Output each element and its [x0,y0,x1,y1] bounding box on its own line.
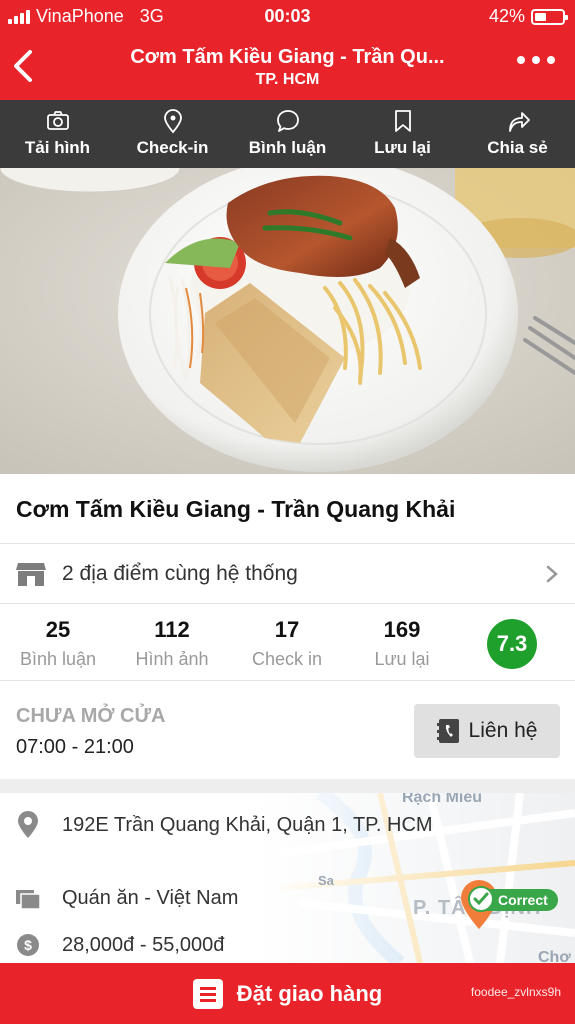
chevron-left-icon [14,50,32,82]
stat-label: Hình ảnh [135,649,209,669]
contact-label: Liên hệ [468,719,538,742]
restaurant-name-row: Cơm Tấm Kiều Giang - Trần Quang Khải [0,474,575,544]
battery-info: 42% [488,6,568,27]
stat-value: 112 [154,617,190,642]
stat-label: Lưu lại [374,649,430,669]
correct-label: Correct [498,892,548,908]
save-button[interactable]: Lưu lại [345,100,460,168]
back-button[interactable] [10,46,40,86]
stat-photos[interactable]: 112 Hình ảnh [112,617,232,670]
stat-value: 25 [45,617,71,642]
dot-icon [547,56,555,64]
status-bar: VinaPhone 3G 00:03 42% [0,0,575,34]
dot-icon [532,56,540,64]
page-title: Cơm Tấm Kiều Giang - Trần Qu... [130,46,445,68]
stat-checkins[interactable]: 17 Check in [227,617,347,670]
share-button[interactable]: Chia sẻ [460,100,575,168]
share-icon [508,112,530,132]
chain-locations-row[interactable]: 2 địa điểm cùng hệ thống [0,544,575,604]
stat-label: Bình luận [19,649,97,669]
camera-icon [46,111,69,130]
section-divider [0,779,575,793]
action-label: Lưu lại [374,138,431,157]
battery-icon [531,8,568,25]
price-text: 28,000đ - 55,000đ [62,933,225,956]
action-label: Check-in [136,138,209,157]
stat-value: 169 [383,617,421,642]
comment-icon [276,110,299,132]
order-bar: Đặt giao hàng foodee_zvlnxs9h [0,963,575,1024]
action-label: Tải hình [24,138,91,157]
action-bar: Tải hình Check-in Bình luận Lưu lại Chia… [0,100,575,168]
stat-value: 17 [274,617,300,642]
watermark: foodee_zvlnxs9h [470,985,561,999]
category-text: Quán ăn - Việt Nam [62,887,239,909]
bookmark-icon [394,110,411,132]
stat-saves[interactable]: 169 Lưu lại [342,617,462,670]
chevron-right-icon [546,565,558,583]
action-label: Bình luận [248,138,327,157]
stat-label: Check in [251,649,323,669]
category-row: Quán ăn - Việt Nam [16,887,238,910]
upload-photo-button[interactable]: Tải hình [0,100,115,168]
phone-book-icon [436,719,459,743]
check-in-button[interactable]: Check-in [115,100,230,168]
category-icon [16,889,40,910]
restaurant-photo[interactable] [0,168,575,474]
restaurant-name: Cơm Tấm Kiều Giang - Trần Quang Khải [16,496,456,522]
more-options-button[interactable] [517,56,555,64]
rating-score-badge[interactable]: 7.3 [487,619,537,669]
dot-icon [517,56,525,64]
top-header: VinaPhone 3G 00:03 42% Cơm Tấm Kiều Gian… [0,0,575,100]
page-subtitle: TP. HCM [255,71,320,88]
address-row[interactable]: 192E Trần Quang Khải, Quận 1, TP. HCM [16,811,433,839]
check-icon [468,886,494,912]
stat-reviews[interactable]: 25 Bình luận [0,617,118,670]
contact-button[interactable]: Liên hệ [414,704,560,758]
battery-percent: 42% [488,6,525,26]
comment-button[interactable]: Bình luận [230,100,345,168]
correct-badge[interactable]: Correct [468,886,558,912]
address-text: 192E Trần Quang Khải, Quận 1, TP. HCM [62,813,433,836]
store-icon [16,563,46,586]
chain-locations-text: 2 địa điểm cùng hệ thống [62,562,298,585]
opening-hours: 07:00 - 21:00 [16,736,134,758]
price-icon: $ [17,934,39,956]
map-label-street: Sa [318,873,334,888]
action-label: Chia sẻ [487,138,548,157]
location-pin-icon [18,811,38,838]
order-label: Đặt giao hàng [236,980,383,1006]
map-pin-icon [163,109,182,134]
map-label-top: Rạch Miễu [402,793,483,806]
order-list-icon [192,978,223,1009]
svg-text:$: $ [24,937,32,953]
info-section: Rạch Miễu Sa P. TÂN ĐỊNH Chợ Correct 192… [0,793,575,963]
open-status: CHƯA MỞ CỬA [16,705,166,727]
price-row: $ 28,000đ - 55,000đ [16,933,224,957]
map-label-bottom: Chợ [538,949,571,963]
